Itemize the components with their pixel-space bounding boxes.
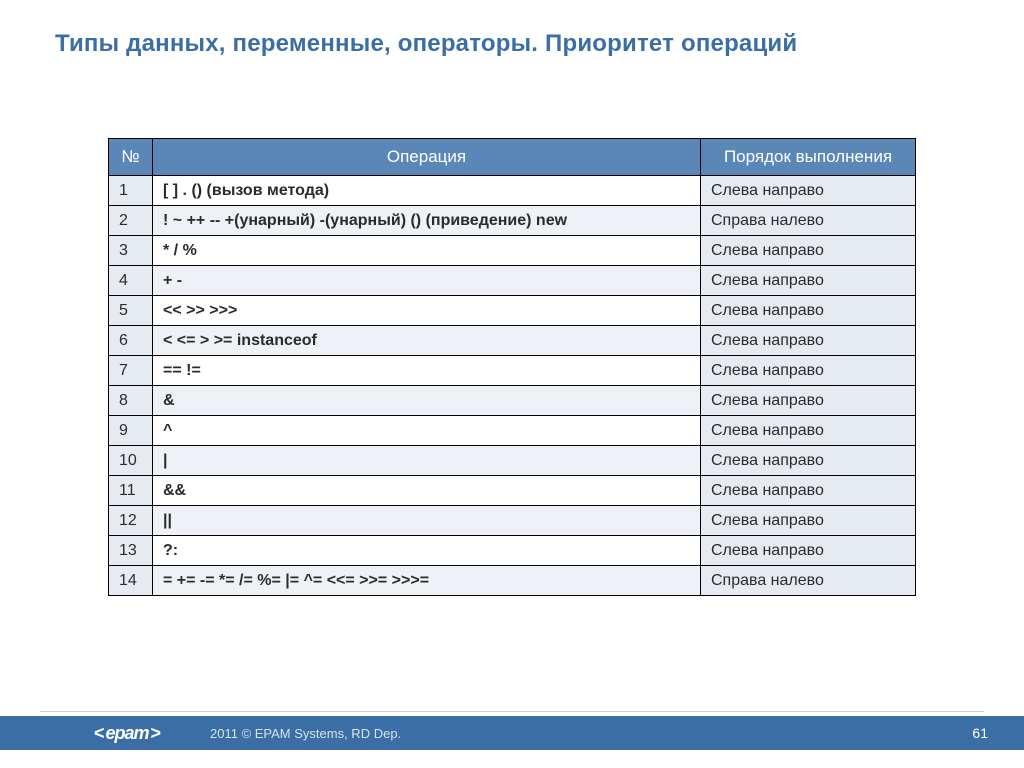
footer-bar: epam 2011 © EPAM Systems, RD Dep. 61 bbox=[0, 716, 1024, 750]
slide: Типы данных, переменные, операторы. Прио… bbox=[0, 0, 1024, 768]
row-operation: ?: bbox=[153, 536, 701, 566]
row-number: 3 bbox=[109, 236, 153, 266]
row-order: Слева направо bbox=[701, 386, 916, 416]
row-order: Справа налево bbox=[701, 566, 916, 596]
row-number: 12 bbox=[109, 506, 153, 536]
row-number: 6 bbox=[109, 326, 153, 356]
row-operation: = += -= *= /= %= |= ^= <<= >>= >>>= bbox=[153, 566, 701, 596]
row-order: Слева направо bbox=[701, 236, 916, 266]
row-operation: [ ] . () (вызов метода) bbox=[153, 176, 701, 206]
row-operation: < <= > >= instanceof bbox=[153, 326, 701, 356]
row-order: Слева направо bbox=[701, 416, 916, 446]
row-number: 4 bbox=[109, 266, 153, 296]
row-number: 8 bbox=[109, 386, 153, 416]
row-operation: & bbox=[153, 386, 701, 416]
table-row: 13?:Слева направо bbox=[109, 536, 916, 566]
table-row: 11&&Слева направо bbox=[109, 476, 916, 506]
row-operation: + - bbox=[153, 266, 701, 296]
table-row: 2! ~ ++ -- +(унарный) -(унарный) () (при… bbox=[109, 206, 916, 236]
table-row: 3* / %Слева направо bbox=[109, 236, 916, 266]
row-order: Слева направо bbox=[701, 326, 916, 356]
table-row: 8&Слева направо bbox=[109, 386, 916, 416]
precedence-table: № Операция Порядок выполнения 1[ ] . () … bbox=[108, 138, 916, 596]
row-operation: | bbox=[153, 446, 701, 476]
footer-copyright: 2011 © EPAM Systems, RD Dep. bbox=[210, 716, 401, 750]
slide-title: Типы данных, переменные, операторы. Прио… bbox=[55, 30, 969, 58]
page-number: 61 bbox=[972, 716, 988, 750]
row-operation: ^ bbox=[153, 416, 701, 446]
col-header-order: Порядок выполнения bbox=[701, 139, 916, 176]
table-row: 7== !=Слева направо bbox=[109, 356, 916, 386]
row-number: 13 bbox=[109, 536, 153, 566]
row-number: 7 bbox=[109, 356, 153, 386]
row-operation: && bbox=[153, 476, 701, 506]
table-row: 4+ -Слева направо bbox=[109, 266, 916, 296]
row-number: 1 bbox=[109, 176, 153, 206]
row-order: Справа налево bbox=[701, 206, 916, 236]
precedence-table-container: № Операция Порядок выполнения 1[ ] . () … bbox=[108, 138, 916, 596]
row-number: 5 bbox=[109, 296, 153, 326]
table-row: 5<< >> >>>Слева направо bbox=[109, 296, 916, 326]
table-row: 14= += -= *= /= %= |= ^= <<= >>= >>>=Спр… bbox=[109, 566, 916, 596]
table-row: 6< <= > >= instanceofСлева направо bbox=[109, 326, 916, 356]
row-operation: == != bbox=[153, 356, 701, 386]
row-operation: ! ~ ++ -- +(унарный) -(унарный) () (прив… bbox=[153, 206, 701, 236]
table-row: 10|Слева направо bbox=[109, 446, 916, 476]
row-number: 10 bbox=[109, 446, 153, 476]
col-header-operation: Операция bbox=[153, 139, 701, 176]
row-order: Слева направо bbox=[701, 446, 916, 476]
row-number: 14 bbox=[109, 566, 153, 596]
row-number: 11 bbox=[109, 476, 153, 506]
col-header-number: № bbox=[109, 139, 153, 176]
table-row: 9^Слева направо bbox=[109, 416, 916, 446]
table-row: 12||Слева направо bbox=[109, 506, 916, 536]
row-order: Слева направо bbox=[701, 536, 916, 566]
row-operation: * / % bbox=[153, 236, 701, 266]
row-order: Слева направо bbox=[701, 176, 916, 206]
footer-divider bbox=[40, 711, 984, 712]
row-order: Слева направо bbox=[701, 296, 916, 326]
row-order: Слева направо bbox=[701, 266, 916, 296]
epam-logo: epam bbox=[62, 716, 192, 750]
row-operation: << >> >>> bbox=[153, 296, 701, 326]
row-order: Слева направо bbox=[701, 476, 916, 506]
table-row: 1[ ] . () (вызов метода)Слева направо bbox=[109, 176, 916, 206]
row-operation: || bbox=[153, 506, 701, 536]
row-order: Слева направо bbox=[701, 506, 916, 536]
row-number: 2 bbox=[109, 206, 153, 236]
row-number: 9 bbox=[109, 416, 153, 446]
row-order: Слева направо bbox=[701, 356, 916, 386]
